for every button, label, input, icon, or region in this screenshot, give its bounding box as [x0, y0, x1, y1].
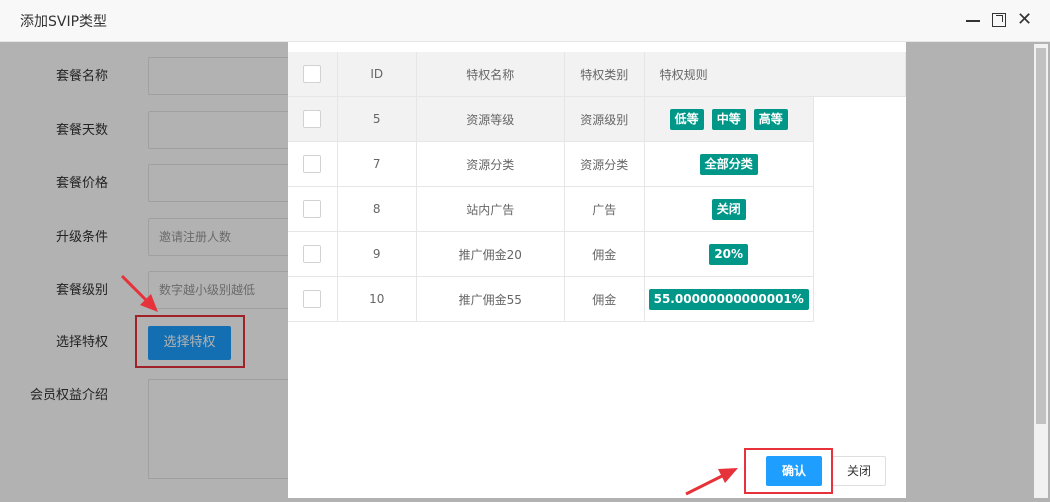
row-rules: 全部分类: [644, 141, 814, 187]
row-checkbox[interactable]: [303, 245, 322, 263]
rule-tag: 高等: [753, 108, 788, 130]
red-arrow-icon: [120, 274, 158, 312]
row-id: 8: [337, 186, 417, 232]
header-category: 特权类别: [564, 52, 645, 97]
table-header-row: ID 特权名称 特权类别 特权规则: [288, 52, 907, 97]
minimize-icon[interactable]: [966, 13, 980, 27]
row-checkbox[interactable]: [303, 200, 322, 218]
row-checkbox[interactable]: [303, 155, 322, 173]
row-name: 推广佣金20: [416, 231, 565, 277]
row-category: 佣金: [564, 276, 645, 322]
row-category: 广告: [564, 186, 645, 232]
row-name: 资源等级: [416, 96, 565, 142]
table-row[interactable]: 7 资源分类 资源分类 全部分类: [288, 141, 906, 187]
window-title: 添加SVIP类型: [20, 14, 108, 30]
header-rules: 特权规则: [644, 52, 907, 97]
row-spacer: [813, 142, 905, 187]
row-rules: 关闭: [644, 186, 814, 232]
row-spacer: [813, 232, 905, 277]
row-id: 10: [337, 276, 417, 322]
row-id: 5: [337, 96, 417, 142]
row-checkbox[interactable]: [303, 110, 322, 128]
rule-tag: 关闭: [711, 198, 746, 220]
row-category: 资源级别: [564, 96, 645, 142]
row-spacer: [813, 277, 905, 322]
rule-tag: 20%: [709, 243, 749, 265]
row-rules: 20%: [644, 231, 814, 277]
maximize-icon[interactable]: [992, 13, 1006, 27]
select-all-checkbox[interactable]: [303, 65, 322, 83]
row-rules: 低等 中等 高等: [644, 96, 814, 142]
close-icon[interactable]: ✕: [1017, 11, 1032, 29]
table-row[interactable]: 5 资源等级 资源级别 低等 中等 高等: [288, 96, 906, 142]
row-category: 佣金: [564, 231, 645, 277]
row-name: 资源分类: [416, 141, 565, 187]
window-titlebar: 添加SVIP类型 ✕: [0, 0, 1050, 42]
row-name: 推广佣金55: [416, 276, 565, 322]
rule-tag: 55.00000000000001%: [648, 288, 809, 310]
rule-tag: 中等: [711, 108, 746, 130]
header-name: 特权名称: [416, 52, 565, 97]
row-name: 站内广告: [416, 186, 565, 232]
page-scrollbar-thumb[interactable]: [1036, 48, 1046, 424]
select-all-cell[interactable]: [288, 52, 338, 97]
row-id: 7: [337, 141, 417, 187]
modal-close-button[interactable]: 关闭: [832, 456, 886, 486]
table-row[interactable]: 10 推广佣金55 佣金 55.00000000000001%: [288, 276, 906, 322]
table-row[interactable]: 8 站内广告 广告 关闭: [288, 186, 906, 232]
red-arrow-icon: [685, 468, 738, 496]
row-category: 资源分类: [564, 141, 645, 187]
table-row[interactable]: 9 推广佣金20 佣金 20%: [288, 231, 906, 277]
confirm-highlight: [744, 448, 833, 494]
row-checkbox[interactable]: [303, 290, 322, 308]
privilege-modal: ID 特权名称 特权类别 特权规则 5 资源等级 资源级别 低等 中等 高等 7 资…: [288, 42, 907, 498]
header-id: ID: [337, 52, 417, 97]
rule-tag: 低等: [669, 108, 704, 130]
rule-tag: 全部分类: [699, 153, 758, 175]
privilege-table: ID 特权名称 特权类别 特权规则 5 资源等级 资源级别 低等 中等 高等 7 资…: [288, 52, 907, 322]
row-rules: 55.00000000000001%: [644, 276, 814, 322]
row-id: 9: [337, 231, 417, 277]
row-spacer: [813, 96, 906, 142]
row-spacer: [813, 187, 905, 232]
